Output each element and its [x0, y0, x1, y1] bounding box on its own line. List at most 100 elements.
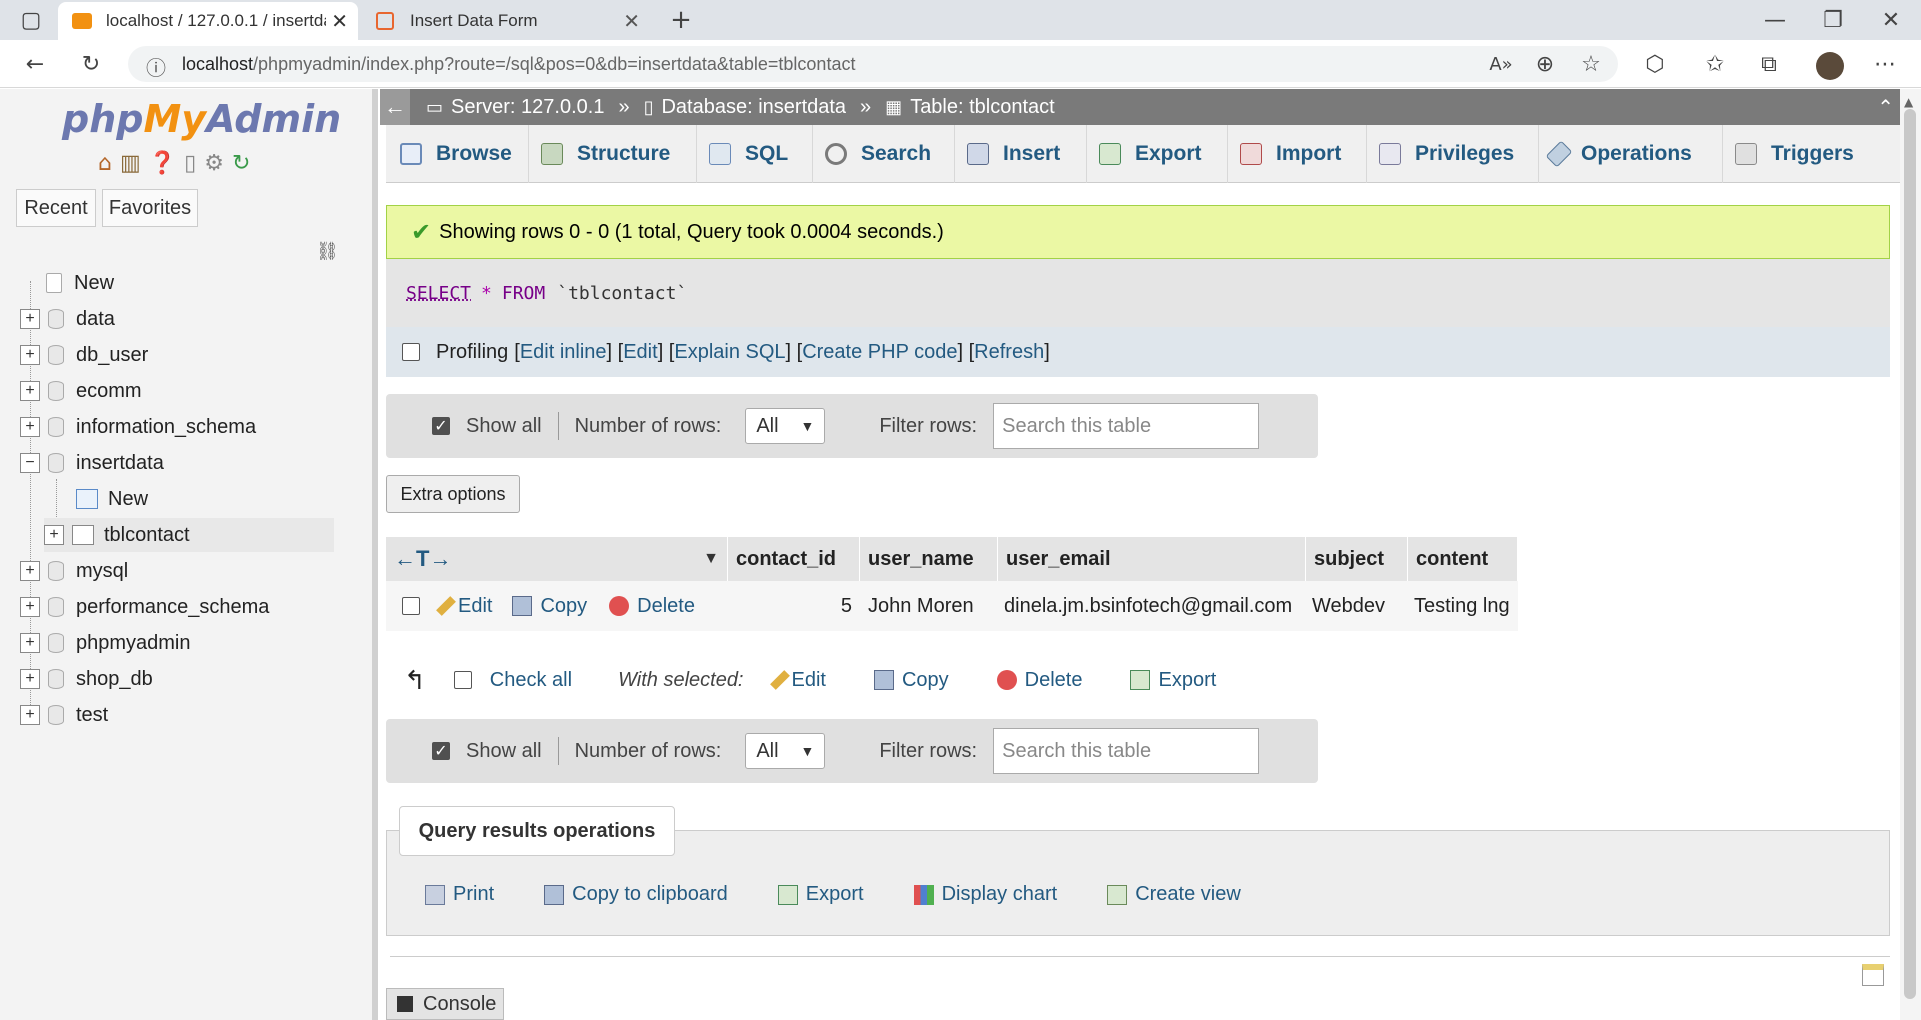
restore-icon[interactable]: ❐	[1816, 3, 1850, 37]
scroll-up-icon[interactable]: ▲	[1904, 95, 1913, 109]
create-view-button[interactable]: Create view	[1107, 883, 1241, 906]
favorites-icon[interactable]: ✩	[1698, 47, 1732, 81]
tab-operations[interactable]: Operations	[1539, 125, 1723, 183]
settings-gear-icon[interactable]: ⚙	[204, 151, 224, 176]
breadcrumb-database[interactable]: Database: insertdata	[661, 96, 846, 119]
link-with-main-icon[interactable]: ⛓	[316, 241, 339, 262]
column-header-user-name[interactable]: user_name	[860, 537, 998, 581]
refresh-icon[interactable]: ↻	[232, 151, 250, 176]
row-edit-button[interactable]: Edit	[436, 595, 492, 618]
tree-item-ecomm[interactable]: + ecomm	[20, 374, 142, 408]
expand-icon[interactable]: +	[20, 633, 40, 653]
tree-item-insertdata-new[interactable]: New	[76, 482, 148, 516]
tab-insert[interactable]: Insert	[955, 125, 1087, 183]
column-resize-arrows[interactable]: ←T→	[394, 546, 451, 572]
expand-icon[interactable]: +	[20, 705, 40, 725]
tree-item-data[interactable]: + data	[20, 302, 115, 336]
edit-inline-link[interactable]: Edit inline	[520, 341, 607, 364]
docs-icon[interactable]: ▯	[184, 151, 196, 176]
check-all-checkbox[interactable]	[453, 671, 472, 689]
tree-item-performance-schema[interactable]: + performance_schema	[20, 590, 269, 624]
explain-sql-link[interactable]: Explain SQL	[674, 341, 785, 364]
tab-triggers[interactable]: Triggers	[1723, 125, 1873, 183]
extensions-icon[interactable]: ⬡	[1638, 47, 1672, 81]
tree-item-mysql[interactable]: + mysql	[20, 554, 128, 588]
sql-keyword-select[interactable]: SELECT	[406, 283, 471, 304]
extra-options-button[interactable]: Extra options	[386, 475, 520, 513]
breadcrumb-table[interactable]: Table: tblcontact	[910, 96, 1055, 119]
row-copy-button[interactable]: Copy	[512, 595, 587, 618]
cell-user-email[interactable]: dinela.jm.bsinfotech@gmail.com	[998, 581, 1306, 631]
tab-import[interactable]: Import	[1228, 125, 1367, 183]
number-of-rows-select[interactable]: All ▼	[745, 733, 826, 769]
filter-rows-input[interactable]: Search this table	[993, 403, 1260, 449]
expand-icon[interactable]: +	[20, 597, 40, 617]
column-header-contact-id[interactable]: contact_id	[728, 537, 860, 581]
read-aloud-icon[interactable]: A»	[1484, 47, 1518, 81]
tree-item-db-user[interactable]: + db_user	[20, 338, 148, 372]
expand-icon[interactable]: +	[20, 345, 40, 365]
tree-item-tblcontact[interactable]: + tblcontact	[44, 518, 334, 552]
filter-rows-input[interactable]: Search this table	[993, 728, 1260, 774]
breadcrumb-server[interactable]: Server: 127.0.0.1	[451, 96, 604, 119]
bulk-edit-button[interactable]: Edit	[769, 669, 826, 692]
profile-avatar[interactable]	[1816, 52, 1844, 80]
number-of-rows-select[interactable]: All ▼	[745, 408, 826, 444]
page-scrollbar[interactable]: ▲	[1900, 89, 1921, 1020]
tree-item-new[interactable]: New	[46, 266, 114, 300]
expand-icon[interactable]: +	[20, 381, 40, 401]
cell-user-name[interactable]: John Moren	[860, 581, 998, 631]
display-chart-button[interactable]: Display chart	[913, 883, 1057, 906]
tab-structure[interactable]: Structure	[529, 125, 697, 183]
new-tab-icon[interactable]: +	[664, 3, 698, 37]
tree-item-shop-db[interactable]: + shop_db	[20, 662, 153, 696]
browser-tab[interactable]: Insert Data Form ✕	[366, 2, 650, 40]
close-window-icon[interactable]: ✕	[1874, 3, 1908, 37]
cell-content[interactable]: Testing lng	[1408, 581, 1518, 631]
tab-actions-icon[interactable]: ▢	[14, 3, 48, 37]
copy-to-clipboard-button[interactable]: Copy to clipboard	[544, 883, 728, 906]
export-button[interactable]: Export	[777, 883, 864, 906]
refresh-link[interactable]: Refresh	[974, 341, 1044, 364]
bulk-copy-button[interactable]: Copy	[873, 669, 949, 692]
profiling-checkbox[interactable]	[402, 343, 420, 361]
cell-subject[interactable]: Webdev	[1306, 581, 1408, 631]
collapse-icon[interactable]: −	[20, 453, 40, 473]
more-menu-icon[interactable]: ⋯	[1868, 47, 1902, 81]
show-all-checkbox[interactable]: ✓	[432, 742, 450, 760]
edit-link[interactable]: Edit	[623, 341, 657, 364]
row-select-checkbox[interactable]	[402, 597, 420, 615]
column-header-user-email[interactable]: user_email	[998, 537, 1306, 581]
close-tab-icon[interactable]: ✕	[331, 9, 348, 34]
favorite-star-icon[interactable]: ☆	[1574, 47, 1608, 81]
sort-dropdown-icon[interactable]: ▼	[703, 550, 719, 568]
minimize-icon[interactable]: —	[1758, 3, 1792, 37]
logout-icon[interactable]: ▥	[120, 151, 141, 176]
print-button[interactable]: Print	[425, 883, 494, 906]
collapse-sidebar-icon[interactable]: ←	[380, 89, 410, 125]
reload-icon[interactable]: ↻	[74, 47, 108, 81]
tab-favorites[interactable]: Favorites	[102, 189, 198, 227]
scroll-top-icon[interactable]: ⌃	[1877, 95, 1894, 120]
show-all-checkbox[interactable]: ✓	[432, 417, 450, 435]
tab-browse[interactable]: Browse	[386, 125, 529, 183]
expand-icon[interactable]: +	[20, 669, 40, 689]
row-delete-button[interactable]: Delete	[609, 595, 695, 618]
tree-item-test[interactable]: + test	[20, 698, 108, 732]
expand-icon[interactable]: +	[20, 309, 40, 329]
url-field[interactable]: ⓘ localhost/phpmyadmin/index.php?route=/…	[128, 46, 1618, 82]
bulk-export-button[interactable]: Export	[1130, 669, 1216, 692]
expand-icon[interactable]: +	[44, 525, 64, 545]
site-info-icon[interactable]: ⓘ	[146, 52, 166, 81]
help-icon[interactable]: ❓	[149, 151, 176, 176]
expand-icon[interactable]: +	[20, 561, 40, 581]
notes-icon[interactable]	[1862, 964, 1884, 986]
phpmyadmin-logo[interactable]: phpMyAdmin	[62, 97, 341, 141]
close-tab-icon[interactable]: ✕	[623, 9, 640, 34]
tab-export[interactable]: Export	[1087, 125, 1228, 183]
scroll-thumb[interactable]	[1904, 109, 1916, 999]
bulk-delete-button[interactable]: Delete	[996, 669, 1082, 692]
cell-contact-id[interactable]: 5	[728, 581, 860, 631]
tree-item-phpmyadmin[interactable]: + phpmyadmin	[20, 626, 191, 660]
zoom-icon[interactable]: ⊕	[1528, 47, 1562, 81]
